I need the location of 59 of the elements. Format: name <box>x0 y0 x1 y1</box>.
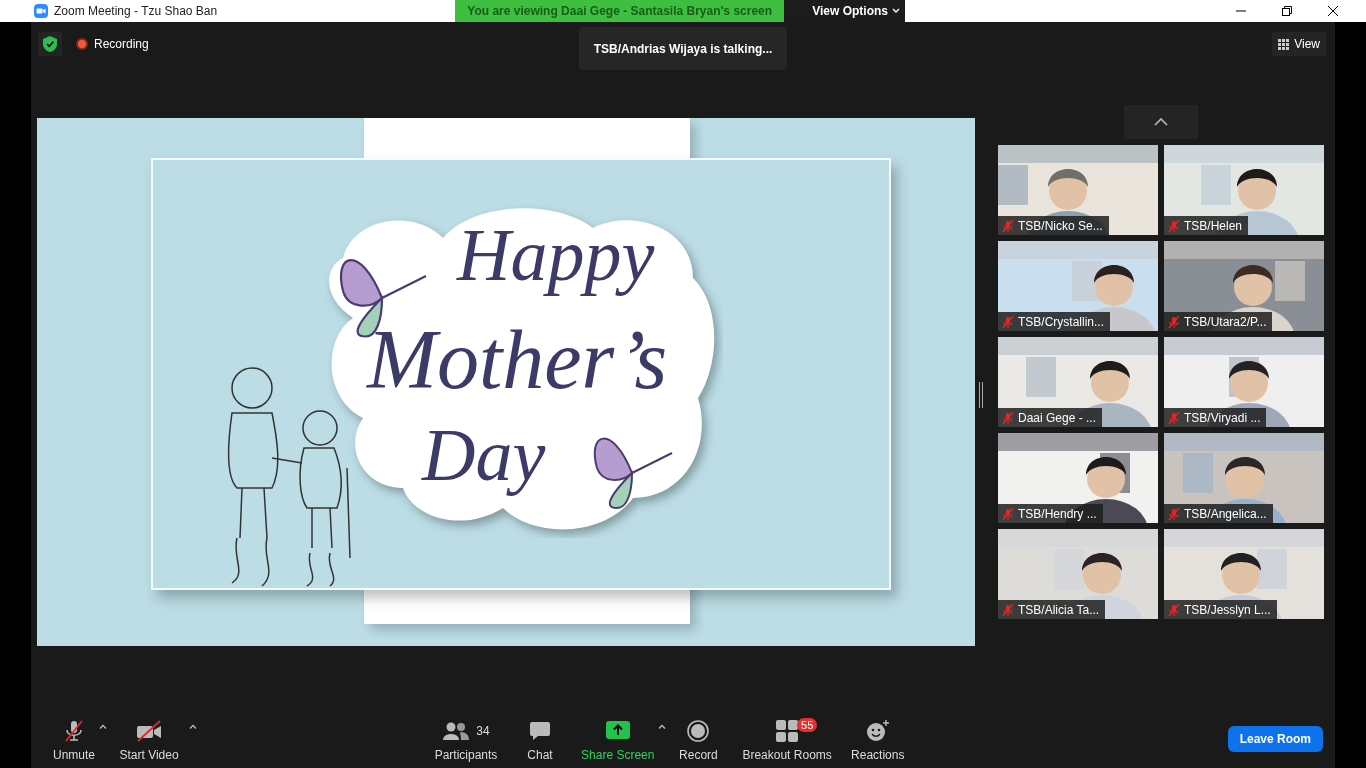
participant-count: 34 <box>476 724 490 738</box>
video-tile[interactable]: Daai Gege - ... <box>998 337 1158 427</box>
talking-notification: TSB/Andrias Wijaya is talking... <box>579 27 787 70</box>
leave-room-button[interactable]: Leave Room <box>1227 726 1323 752</box>
view-button[interactable]: View <box>1272 32 1326 56</box>
video-button[interactable]: Start Video <box>107 716 192 762</box>
breakout-button[interactable]: 55 Breakout Rooms <box>736 716 838 762</box>
breakout-rooms-icon <box>776 720 799 742</box>
close-icon <box>1328 6 1338 16</box>
screen-share-banner: You are viewing Daai Gege - Santasila Bryan's screen <box>455 0 785 22</box>
app-logo-icon <box>34 4 48 18</box>
caret-icon <box>99 724 108 729</box>
caret-icon <box>189 724 198 729</box>
recording-label: Recording <box>94 37 149 51</box>
video-tile[interactable]: TSB/Nicko Se... <box>998 145 1158 235</box>
slide-heading: Mother’s <box>367 318 668 402</box>
caret-icon <box>658 724 667 729</box>
share-screen-icon <box>605 721 630 741</box>
view-options-button[interactable]: View Options <box>784 0 906 22</box>
video-tile[interactable]: TSB/Crystallin... <box>998 241 1158 331</box>
record-button[interactable]: Record <box>666 716 731 762</box>
participant-name: TSB/Hendry ... <box>1018 506 1097 521</box>
participant-name: TSB/Utara2/P... <box>1184 314 1267 329</box>
chevron-down-icon <box>892 8 900 14</box>
video-tile[interactable]: TSB/Hendry ... <box>998 433 1158 523</box>
video-tile[interactable]: TSB/Utara2/P... <box>1164 241 1324 331</box>
grid-icon <box>1278 38 1290 50</box>
video-tile[interactable]: TSB/Jesslyn L... <box>1164 529 1324 619</box>
people-icon <box>442 721 471 741</box>
security-shield-icon <box>43 36 57 52</box>
options-caret-button[interactable] <box>99 724 108 729</box>
options-caret-button[interactable] <box>189 724 198 729</box>
video-tile[interactable]: TSB/Alicia Ta... <box>998 529 1158 619</box>
restore-icon <box>1282 6 1292 16</box>
recording-dot-icon <box>76 38 88 50</box>
participant-name: TSB/Angelica... <box>1184 506 1267 521</box>
record-icon <box>687 720 710 742</box>
participant-name: TSB/Helen <box>1184 218 1243 233</box>
chat-bubble-icon <box>529 721 552 741</box>
participant-name: TSB/Jesslyn L... <box>1184 602 1271 617</box>
options-caret-button[interactable] <box>658 724 667 729</box>
participant-name: TSB/Nicko Se... <box>1018 218 1103 233</box>
participant-name: TSB/Viryadi ... <box>1184 410 1261 425</box>
count-badge: 55 <box>797 718 818 732</box>
chevron-up-icon <box>1154 118 1168 126</box>
mic-button[interactable]: Unmute <box>47 716 102 762</box>
resize-handle[interactable] <box>979 382 983 408</box>
reactions-button[interactable]: Reactions <box>843 716 912 762</box>
participant-name: TSB/Crystallin... <box>1018 314 1104 329</box>
video-tile[interactable]: TSB/Viryadi ... <box>1164 337 1324 427</box>
participant-name: Daai Gege - ... <box>1018 410 1097 425</box>
participants-button[interactable]: 34 Participants <box>427 716 506 762</box>
window-title: Zoom Meeting - Tzu Shao Ban <box>54 4 218 18</box>
participant-name: TSB/Alicia Ta... <box>1018 602 1100 617</box>
smiley-plus-icon <box>865 720 890 742</box>
video-tile[interactable]: TSB/Helen <box>1164 145 1324 235</box>
chat-button[interactable]: Chat <box>511 716 570 762</box>
video-tile[interactable]: TSB/Angelica... <box>1164 433 1324 523</box>
share-button[interactable]: Share Screen <box>575 716 661 762</box>
